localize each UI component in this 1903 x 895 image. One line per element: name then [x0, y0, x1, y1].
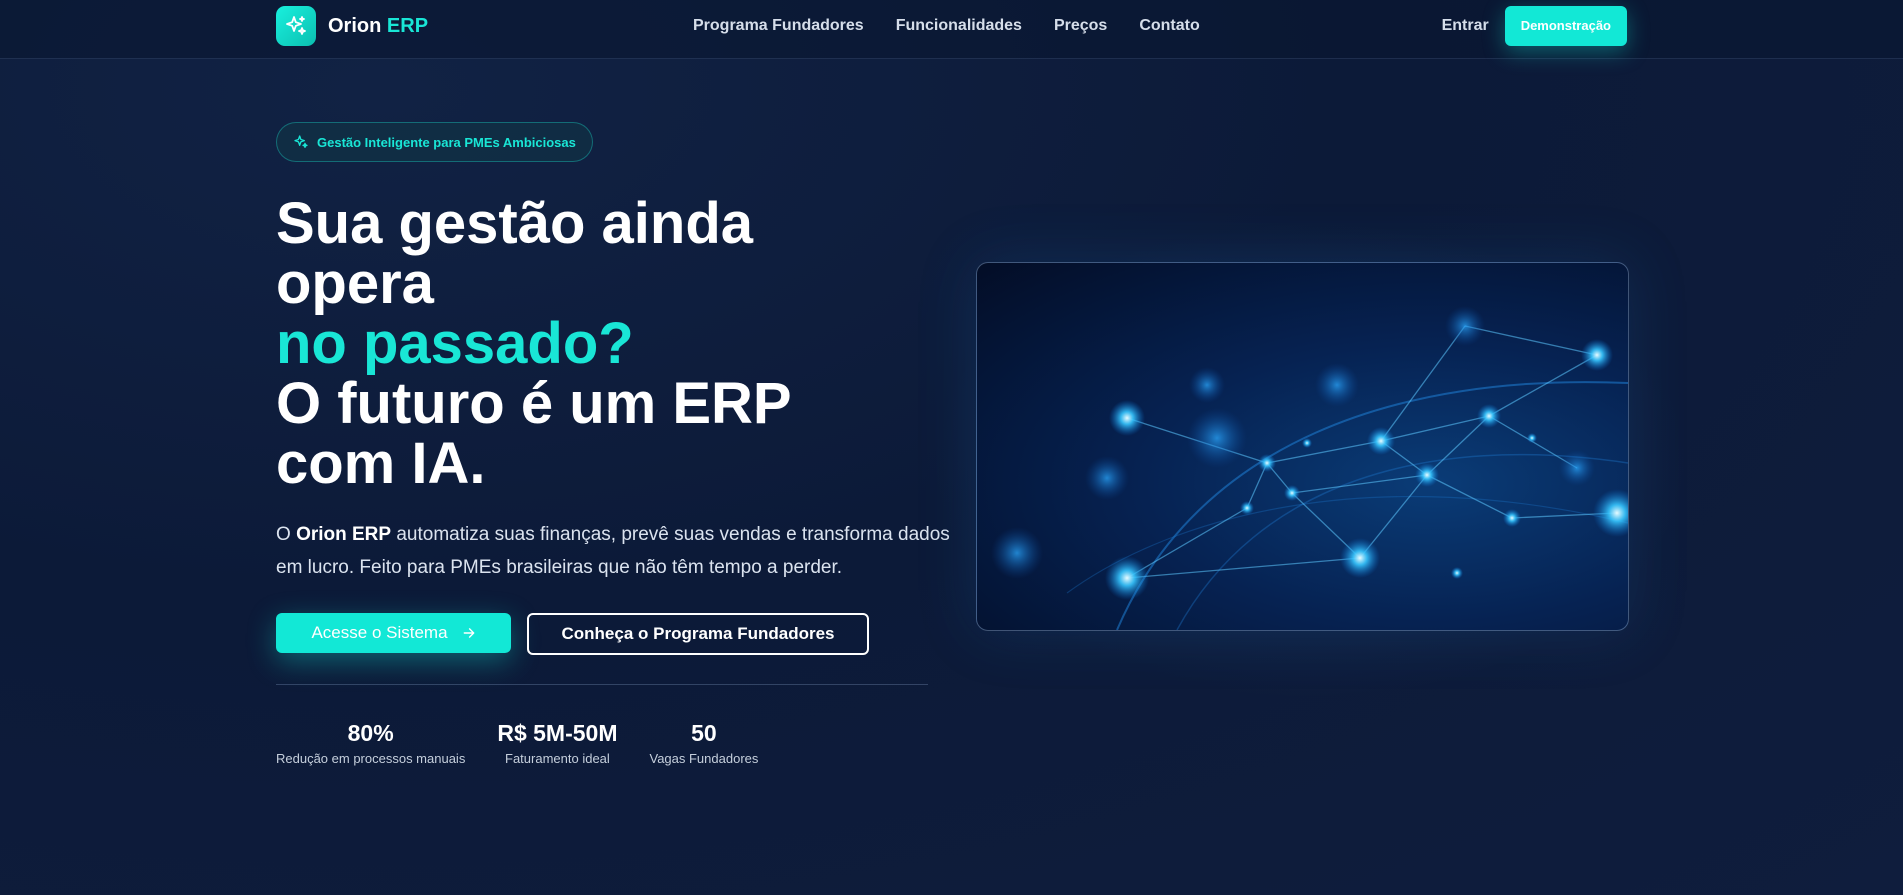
hero-headline: Sua gestão ainda opera no passado? O fut…: [276, 194, 896, 494]
headline-accent: no passado?: [276, 311, 634, 376]
stat-label: Redução em processos manuais: [276, 751, 466, 766]
stat-item: R$ 5M-50M Faturamento ideal: [497, 720, 617, 766]
stats-divider: [276, 684, 928, 685]
hero-network-image: [976, 262, 1629, 631]
arrow-right-icon: [463, 628, 474, 638]
nav-link-precos[interactable]: Preços: [1054, 17, 1107, 35]
stat-value: R$ 5M-50M: [497, 720, 618, 746]
stat-value: 80%: [347, 720, 394, 746]
nav-link-funcionalidades[interactable]: Funcionalidades: [896, 17, 1022, 35]
stat-value: 50: [691, 720, 717, 746]
stat-item: 80% Redução em processos manuais: [276, 720, 465, 766]
headline-line-2: opera: [276, 251, 434, 316]
hero-badge-text: Gestão Inteligente para PMEs Ambiciosas: [317, 134, 576, 150]
top-navbar: Orion ERP Programa Fundadores Funcionali…: [0, 0, 1903, 59]
stats-row: 80% Redução em processos manuais R$ 5M-5…: [276, 720, 758, 766]
sparkle-icon: [276, 6, 316, 46]
nav-links: Programa Fundadores Funcionalidades Preç…: [693, 17, 1200, 35]
founders-program-button[interactable]: Conheça o Programa Fundadores: [527, 613, 869, 655]
nav-link-contato[interactable]: Contato: [1139, 17, 1199, 35]
founders-program-label: Conheça o Programa Fundadores: [561, 624, 835, 643]
brand-logo[interactable]: Orion ERP: [276, 6, 428, 46]
nav-actions: Entrar Demonstração: [1442, 6, 1627, 46]
lead-brand: Orion ERP: [296, 524, 392, 545]
stat-item: 50 Vagas Fundadores: [649, 720, 758, 766]
headline-line-3: O futuro é um ERP: [276, 371, 792, 436]
brand-name-accent: ERP: [386, 14, 429, 37]
stat-label: Vagas Fundadores: [649, 751, 759, 766]
demo-button[interactable]: Demonstração: [1504, 6, 1627, 46]
stat-label: Faturamento ideal: [505, 751, 610, 766]
headline-line-1: Sua gestão ainda: [276, 191, 754, 256]
hero-description: O Orion ERP automatiza suas finanças, pr…: [276, 518, 956, 584]
access-system-button[interactable]: Acesse o Sistema: [276, 613, 511, 653]
access-system-label: Acesse o Sistema: [311, 623, 448, 642]
headline-line-4: com IA.: [276, 431, 486, 496]
lead-prefix: O: [276, 524, 291, 545]
brand-name: Orion ERP: [328, 15, 428, 38]
login-link[interactable]: Entrar: [1442, 17, 1489, 35]
hero-badge: Gestão Inteligente para PMEs Ambiciosas: [276, 122, 593, 162]
nav-link-programa-fundadores[interactable]: Programa Fundadores: [693, 17, 864, 35]
brand-name-text: Orion: [328, 14, 382, 37]
sparkle-icon: [294, 135, 308, 148]
